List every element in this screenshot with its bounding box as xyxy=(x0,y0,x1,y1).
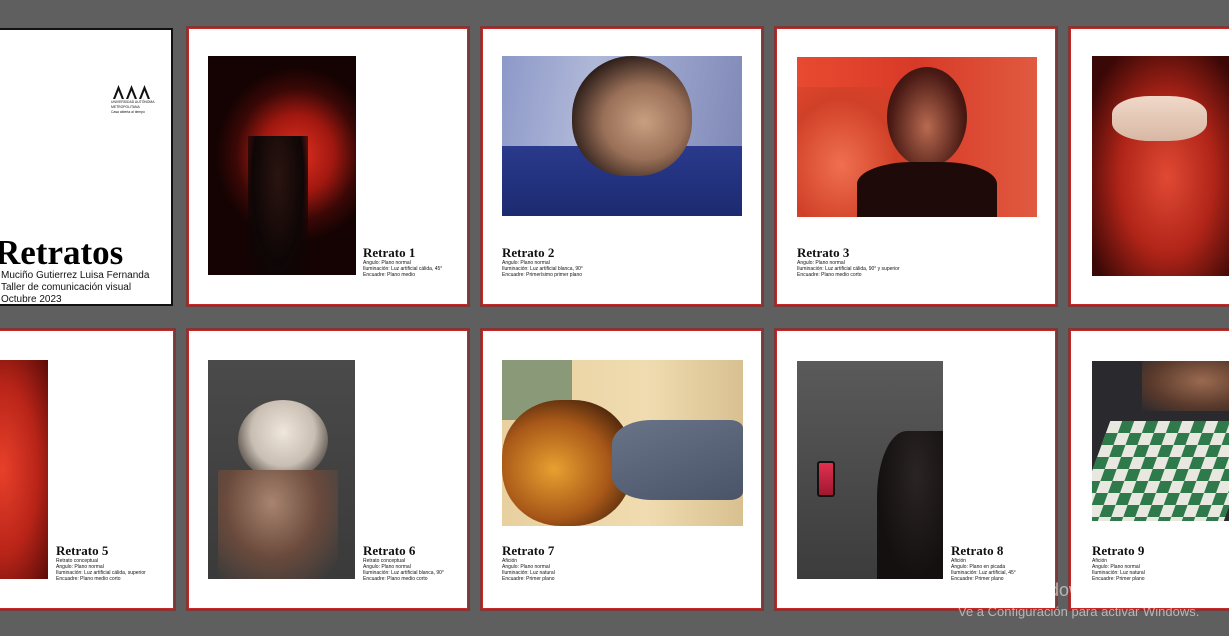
activation-watermark-title: Activar Windows xyxy=(958,580,1092,600)
logo-mark-icon xyxy=(113,85,153,99)
caption-title: Retrato 8 xyxy=(951,543,1004,558)
artboard-retrato-1[interactable]: Retrato 1 Angulo: Plano normal Iluminaci… xyxy=(188,28,468,305)
portrait-photo-8 xyxy=(797,361,943,579)
cover-title: Retratos xyxy=(0,233,124,272)
artboard-retrato-9[interactable]: Retrato 9 Afición Angulo: Plano normal I… xyxy=(1070,330,1229,609)
caption-retrato-5: Retrato 5 Retrato conceptual Angulo: Pla… xyxy=(56,543,146,583)
artboard-retrato-2[interactable]: Retrato 2 Angulo: Plano normal Iluminaci… xyxy=(482,28,762,305)
caption-retrato-7: Retrato 7 Afición Angulo: Plano normal I… xyxy=(502,543,555,583)
caption-line: Encuadre: Primerísimo primer plano xyxy=(502,272,583,278)
caption-title: Retrato 6 xyxy=(363,543,416,558)
portrait-photo-4 xyxy=(1092,56,1229,276)
cover-course: Taller de comunicación visual xyxy=(1,282,132,293)
caption-line: Encuadre: Plano medio corto xyxy=(363,576,428,582)
caption-retrato-2: Retrato 2 Angulo: Plano normal Iluminaci… xyxy=(502,245,583,279)
cover-date: Octubre 2023 xyxy=(1,294,62,305)
caption-retrato-9: Retrato 9 Afición Angulo: Plano normal I… xyxy=(1092,543,1145,583)
logo-line-3: Casa abierta al tiempo xyxy=(111,110,145,114)
logo-line-1: UNIVERSIDAD AUTÓNOMA xyxy=(111,100,155,104)
caption-line: Encuadre: Plano medio corto xyxy=(797,272,862,278)
cover-artboard[interactable]: UNIVERSIDAD AUTÓNOMA METROPOLITANA Casa … xyxy=(0,28,173,306)
artboard-retrato-7[interactable]: Retrato 7 Afición Angulo: Plano normal I… xyxy=(482,330,762,609)
caption-title: Retrato 9 xyxy=(1092,543,1145,558)
artboard-retrato-3[interactable]: Retrato 3 Angulo: Plano normal Iluminaci… xyxy=(776,28,1056,305)
caption-title: Retrato 1 xyxy=(363,245,416,260)
caption-title: Retrato 3 xyxy=(797,245,850,260)
portrait-photo-9 xyxy=(1092,361,1229,521)
caption-title: Retrato 5 xyxy=(56,543,109,558)
portrait-photo-1 xyxy=(208,56,356,275)
portrait-photo-3 xyxy=(797,57,1037,217)
caption-retrato-3: Retrato 3 Angulo: Plano normal Iluminaci… xyxy=(797,245,900,279)
artboard-retrato-5[interactable]: Retrato 5 Retrato conceptual Angulo: Pla… xyxy=(0,330,174,609)
caption-retrato-6: Retrato 6 Retrato conceptual Angulo: Pla… xyxy=(363,543,444,583)
activation-watermark-subtitle: Ve a Configuración para activar Windows. xyxy=(958,604,1200,619)
caption-retrato-8: Retrato 8 Afición Angulo: Plano en picad… xyxy=(951,543,1016,583)
caption-line: Encuadre: Plano medio xyxy=(363,272,415,278)
university-logo: UNIVERSIDAD AUTÓNOMA METROPOLITANA Casa … xyxy=(111,85,155,114)
portrait-photo-7 xyxy=(502,360,743,526)
caption-title: Retrato 7 xyxy=(502,543,555,558)
caption-line: Encuadre: Primer plano xyxy=(502,576,555,582)
caption-retrato-1: Retrato 1 Angulo: Plano normal Iluminaci… xyxy=(363,245,442,279)
cover-author: Muciño Gutierrez Luisa Fernanda xyxy=(1,270,150,281)
artboard-retrato-6[interactable]: Retrato 6 Retrato conceptual Angulo: Pla… xyxy=(188,330,468,609)
caption-title: Retrato 2 xyxy=(502,245,555,260)
portrait-photo-2 xyxy=(502,56,742,216)
caption-line: Encuadre: Primer plano xyxy=(1092,576,1145,582)
portrait-photo-6 xyxy=(208,360,355,579)
caption-line: Encuadre: Plano medio corto xyxy=(56,576,121,582)
artboard-retrato-4-partial[interactable] xyxy=(1070,28,1229,305)
portrait-photo-5 xyxy=(0,360,48,579)
artboard-retrato-8[interactable]: Retrato 8 Afición Angulo: Plano en picad… xyxy=(776,330,1056,609)
logo-line-2: METROPOLITANA xyxy=(111,105,140,109)
